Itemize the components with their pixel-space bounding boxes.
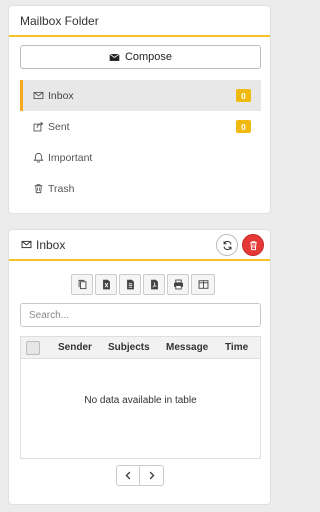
print-icon <box>172 279 184 291</box>
copy-icon <box>76 279 88 291</box>
previous-page-button[interactable] <box>116 465 140 486</box>
envelope-icon <box>20 239 32 251</box>
folder-label: Inbox <box>48 89 74 102</box>
envelope-icon <box>32 90 44 102</box>
mailbox-folder-title: Mailbox Folder <box>20 13 99 28</box>
search-input[interactable] <box>20 303 261 327</box>
pagination <box>116 465 164 486</box>
folder-item-important[interactable]: Important <box>20 142 261 173</box>
excel-button[interactable] <box>95 274 117 295</box>
sent-count-badge: 0 <box>236 120 251 133</box>
copy-button[interactable] <box>71 274 93 295</box>
column-header-message[interactable]: Message <box>166 342 225 353</box>
mailbox-folder-header: Mailbox Folder <box>9 6 270 37</box>
next-page-button[interactable] <box>140 465 164 486</box>
trash-icon <box>32 183 44 195</box>
pdf-icon <box>148 279 160 291</box>
envelope-icon <box>109 51 121 63</box>
compose-label: Compose <box>124 51 173 63</box>
select-all-checkbox[interactable] <box>26 340 40 355</box>
folder-item-inbox[interactable]: Inbox 0 <box>20 80 261 111</box>
column-header-sender[interactable]: Sender <box>58 342 108 353</box>
refresh-button[interactable] <box>216 234 238 256</box>
chevron-right-icon <box>146 470 158 482</box>
columns-icon <box>197 279 209 291</box>
folder-label: Important <box>48 151 93 164</box>
inbox-card: Inbox Search... Sender Subjects Message … <box>8 229 271 505</box>
folder-item-sent[interactable]: Sent 0 <box>20 111 261 142</box>
pdf-button[interactable] <box>143 274 165 295</box>
column-visibility-button[interactable] <box>191 274 215 295</box>
column-header-time[interactable]: Time <box>225 342 255 353</box>
refresh-icon <box>221 239 233 251</box>
print-button[interactable] <box>167 274 189 295</box>
export-toolbar <box>71 274 215 295</box>
mailbox-folder-card: Mailbox Folder Compose Inbox 0 Sent 0 Im… <box>8 5 271 214</box>
folder-label: Sent <box>48 120 70 133</box>
folder-label: Trash <box>48 182 75 195</box>
chevron-left-icon <box>122 470 134 482</box>
mail-table: Sender Subjects Message Time No data ava… <box>20 336 261 459</box>
empty-table-message: No data available in table <box>84 395 197 406</box>
compose-button[interactable]: Compose <box>20 45 261 69</box>
inbox-title: Inbox <box>36 237 66 252</box>
inbox-header-actions <box>216 234 264 256</box>
csv-button[interactable] <box>119 274 141 295</box>
excel-icon <box>100 279 112 291</box>
inbox-header: Inbox <box>9 230 270 261</box>
share-icon <box>32 121 44 133</box>
folder-list: Inbox 0 Sent 0 Important Trash <box>20 80 261 204</box>
delete-button[interactable] <box>242 234 264 256</box>
unread-count-badge: 0 <box>236 89 251 102</box>
csv-icon <box>124 279 136 291</box>
folder-item-trash[interactable]: Trash <box>20 173 261 204</box>
column-header-subjects[interactable]: Subjects <box>108 342 166 353</box>
bell-icon <box>32 152 44 164</box>
trash-icon <box>247 239 259 251</box>
table-header: Sender Subjects Message Time <box>21 337 260 359</box>
